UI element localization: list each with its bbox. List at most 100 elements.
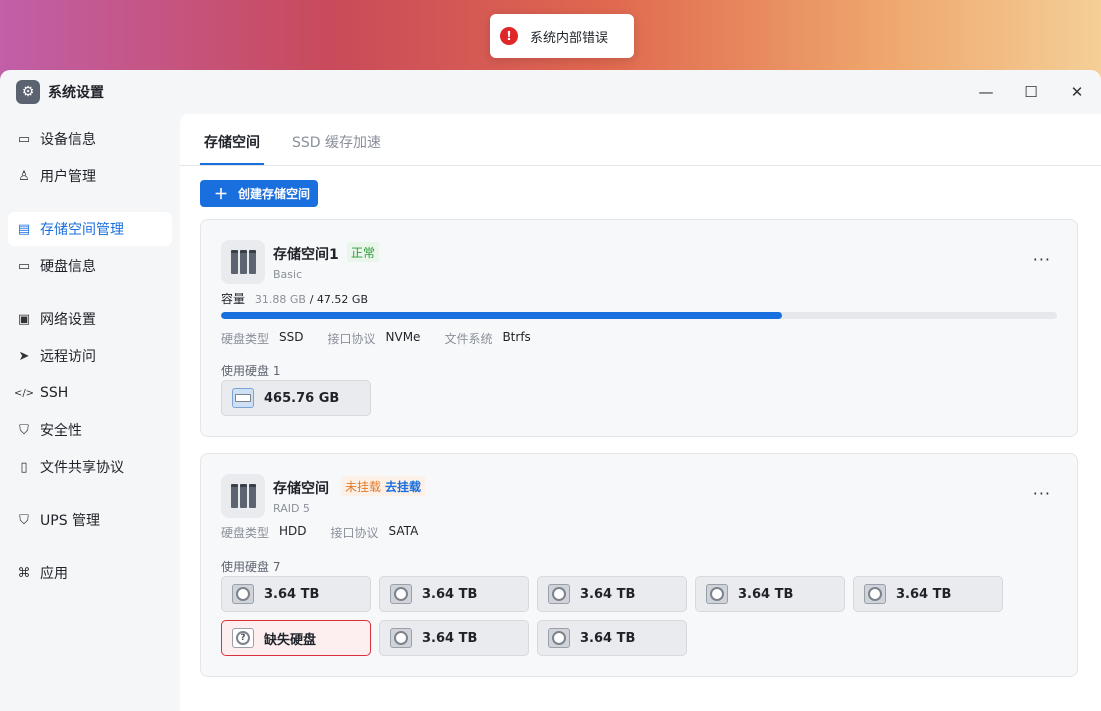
pool-name: 存储空间1 (273, 247, 339, 263)
disk-size: 缺失硬盘 (264, 632, 317, 648)
sidebar-item-label: 设备信息 (40, 132, 96, 148)
tab-storage[interactable]: 存储空间 (204, 132, 260, 152)
sidebar: ▭ 设备信息 ♙ 用户管理 ▤ 存储空间管理 ▭ 硬盘信息 ▣ 网络设置 ➤ 远… (0, 114, 180, 711)
capacity-total: / 47.52 GB (309, 293, 368, 306)
tab-ssd-cache[interactable]: SSD 缓存加速 (292, 132, 381, 152)
disk-size: 465.76 GB (264, 390, 340, 406)
spec-key: 接口协议 (327, 332, 376, 346)
spec-value: SATA (388, 524, 419, 538)
error-icon: ! (500, 27, 518, 45)
sidebar-item-network[interactable]: ▣ 网络设置 (8, 302, 172, 336)
spec-key: 硬盘类型 (221, 332, 270, 346)
disk-item[interactable]: 3.64 TB (853, 576, 1003, 612)
storage-icon: ▤ (17, 221, 31, 237)
missing-disk-icon (232, 628, 254, 648)
toast-message: 系统内部错误 (530, 30, 609, 46)
settings-gear-icon: ⚙ (16, 80, 40, 104)
window-title: 系统设置 (48, 85, 104, 101)
disk-size: 3.64 TB (896, 586, 952, 602)
sidebar-item-label: 安全性 (40, 423, 82, 439)
disk-item[interactable]: 3.64 TB (537, 620, 687, 656)
disk-item[interactable]: 465.76 GB (221, 380, 371, 416)
user-icon: ♙ (18, 168, 30, 184)
remote-icon: ➤ (18, 348, 30, 364)
active-tab-indicator (200, 163, 264, 165)
sidebar-item-security[interactable]: ⛉ 安全性 (8, 413, 172, 447)
sidebar-item-ssh[interactable]: </> SSH (8, 376, 172, 410)
network-icon: ▣ (17, 311, 31, 327)
settings-window: ⚙ 系统设置 — ☐ ✕ ▭ 设备信息 ♙ 用户管理 ▤ 存储空间管理 ▭ 硬盘… (0, 70, 1101, 711)
spec-value: HDD (279, 524, 307, 538)
server-icon (221, 240, 265, 284)
sidebar-item-device-info[interactable]: ▭ 设备信息 (8, 122, 172, 156)
spec-value: NVMe (385, 330, 421, 344)
sidebar-item-label: 存储空间管理 (40, 222, 124, 238)
maximize-button[interactable]: ☐ (1019, 80, 1043, 104)
sidebar-item-label: SSH (40, 385, 69, 401)
sidebar-item-user-management[interactable]: ♙ 用户管理 (8, 159, 172, 193)
minimize-button[interactable]: — (974, 80, 998, 104)
device-icon: ▭ (17, 131, 31, 147)
disk-item[interactable]: 3.64 TB (537, 576, 687, 612)
disk-item[interactable]: 3.64 TB (379, 620, 529, 656)
hdd-icon (706, 584, 728, 604)
capacity-label: 容量 (221, 292, 246, 306)
storage-pool-card: 存储空间 未挂载 去挂载 RAID 5 ··· 硬盘类型 HDD 接口协议 SA… (200, 453, 1078, 677)
spec-key: 接口协议 (330, 526, 379, 540)
status-badge: 正常 (347, 242, 380, 262)
hdd-icon (548, 584, 570, 604)
disk-item[interactable]: 3.64 TB (379, 576, 529, 612)
tab-bar: 存储空间 SSD 缓存加速 (180, 114, 1101, 166)
storage-pool-card: 存储空间1 正常 Basic ··· 容量 31.88 GB / 47.52 G… (200, 219, 1078, 437)
sidebar-item-remote-access[interactable]: ➤ 远程访问 (8, 339, 172, 373)
missing-disk-item[interactable]: 缺失硬盘 (221, 620, 371, 656)
sidebar-item-label: 应用 (40, 566, 68, 582)
main-panel: 存储空间 SSD 缓存加速 ＋ 创建存储空间 存储空间1 正常 Basic ··… (180, 114, 1101, 711)
code-icon: </> (13, 387, 35, 399)
pool-name: 存储空间 (273, 481, 329, 497)
spec-value: Btrfs (502, 330, 531, 344)
disks-used-label: 使用硬盘 1 (221, 364, 281, 378)
hdd-icon (390, 628, 412, 648)
capacity: 容量 31.88 GB / 47.52 GB (221, 290, 368, 307)
spec-key: 文件系统 (444, 332, 493, 346)
server-icon (221, 474, 265, 518)
pool-specs: 硬盘类型 HDD 接口协议 SATA (221, 524, 442, 541)
disk-size: 3.64 TB (264, 586, 320, 602)
create-storage-button[interactable]: ＋ 创建存储空间 (200, 180, 318, 207)
error-toast: ! 系统内部错误 (490, 14, 634, 58)
capacity-used: 31.88 GB (254, 293, 306, 306)
sidebar-item-ups[interactable]: ⛉ UPS 管理 (8, 503, 172, 537)
create-storage-label: 创建存储空间 (238, 187, 311, 201)
hdd-icon (864, 584, 886, 604)
sidebar-item-label: 用户管理 (40, 169, 96, 185)
more-options-icon[interactable]: ··· (1033, 250, 1051, 269)
status-badge: 未挂载 (341, 476, 386, 496)
mount-link[interactable]: 去挂载 (385, 476, 426, 496)
raid-type: Basic (273, 268, 303, 281)
disk-size: 3.64 TB (738, 586, 794, 602)
close-button[interactable]: ✕ (1065, 80, 1089, 104)
disk-item[interactable]: 3.64 TB (695, 576, 845, 612)
raid-type: RAID 5 (273, 502, 310, 515)
disks-used-label: 使用硬盘 7 (221, 560, 281, 574)
hdd-icon (232, 584, 254, 604)
sidebar-item-label: 硬盘信息 (40, 259, 96, 275)
sidebar-item-apps[interactable]: ⌘ 应用 (8, 556, 172, 590)
spec-value: SSD (279, 330, 304, 344)
disk-item[interactable]: 3.64 TB (221, 576, 371, 612)
sidebar-item-disk-info[interactable]: ▭ 硬盘信息 (8, 249, 172, 283)
hdd-icon (390, 584, 412, 604)
sidebar-item-label: 远程访问 (40, 349, 96, 365)
more-options-icon[interactable]: ··· (1033, 484, 1051, 503)
sidebar-item-storage[interactable]: ▤ 存储空间管理 (8, 212, 172, 246)
apps-icon: ⌘ (17, 565, 31, 581)
title-bar: ⚙ 系统设置 — ☐ ✕ (0, 70, 1101, 114)
disk-size: 3.64 TB (580, 630, 636, 646)
shield-icon: ⛉ (19, 422, 29, 438)
plus-icon: ＋ (214, 186, 228, 203)
sidebar-item-label: UPS 管理 (40, 513, 101, 529)
sidebar-item-file-sharing[interactable]: ▯ 文件共享协议 (8, 450, 172, 484)
sidebar-item-label: 网络设置 (40, 312, 96, 328)
disk-size: 3.64 TB (422, 586, 478, 602)
